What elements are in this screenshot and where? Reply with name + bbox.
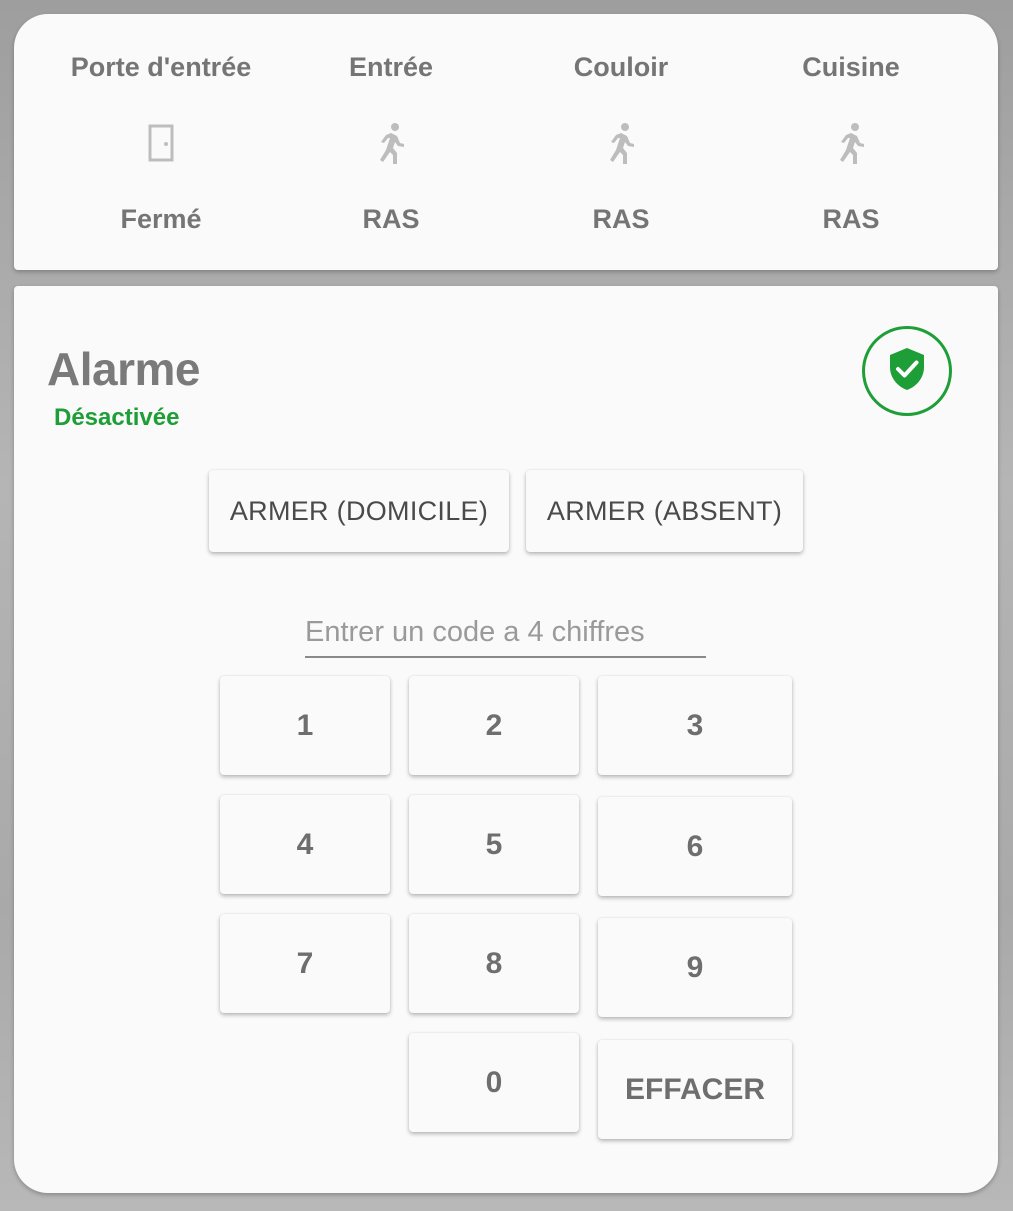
keypad-key-1[interactable]: 1 [220, 676, 390, 775]
arm-home-button[interactable]: ARMER (DOMICILE) [209, 470, 509, 552]
motion-sensor-icon [601, 122, 641, 166]
keypad-key-6[interactable]: 6 [598, 797, 792, 896]
sensor-name: Entrée [348, 52, 434, 82]
code-input[interactable] [305, 608, 706, 658]
sensor-name: Porte d'entrée [70, 52, 252, 82]
motion-sensor-icon [371, 122, 411, 166]
alarm-status-text: Désactivée [54, 404, 180, 431]
keypad-key-3[interactable]: 3 [598, 676, 792, 775]
sensor-state: Fermé [120, 204, 202, 234]
door-icon [141, 122, 181, 166]
keypad-key-7[interactable]: 7 [220, 914, 390, 1013]
keypad-key-5[interactable]: 5 [409, 795, 579, 894]
sensor-name: Couloir [573, 52, 669, 82]
keypad-key-2[interactable]: 2 [409, 676, 579, 775]
keypad-key-0[interactable]: 0 [409, 1033, 579, 1132]
sensors-card: Porte d'entrée Fermé Entrée RAS Couloir [14, 14, 998, 270]
shield-check-icon [887, 346, 927, 397]
sensor-front-door[interactable]: Porte d'entrée Fermé [46, 14, 276, 270]
keypad-key-8[interactable]: 8 [409, 914, 579, 1013]
sensor-state: RAS [592, 204, 650, 234]
arm-away-button[interactable]: ARMER (ABSENT) [526, 470, 803, 552]
sensor-name: Cuisine [802, 52, 900, 82]
alarm-title: Alarme [47, 343, 200, 395]
keypad-key-9[interactable]: 9 [598, 918, 792, 1017]
sensor-entree[interactable]: Entrée RAS [276, 14, 506, 270]
alarm-status-badge[interactable] [862, 326, 952, 416]
sensor-couloir[interactable]: Couloir RAS [506, 14, 736, 270]
keypad-key-4[interactable]: 4 [220, 795, 390, 894]
sensor-cuisine[interactable]: Cuisine RAS [736, 14, 966, 270]
alarm-panel-card: Alarme Désactivée ARMER (DOMICILE) ARMER… [14, 286, 998, 1193]
sensor-state: RAS [822, 204, 880, 234]
clear-button[interactable]: EFFACER [598, 1040, 792, 1139]
sensor-state: RAS [362, 204, 420, 234]
motion-sensor-icon [831, 122, 871, 166]
